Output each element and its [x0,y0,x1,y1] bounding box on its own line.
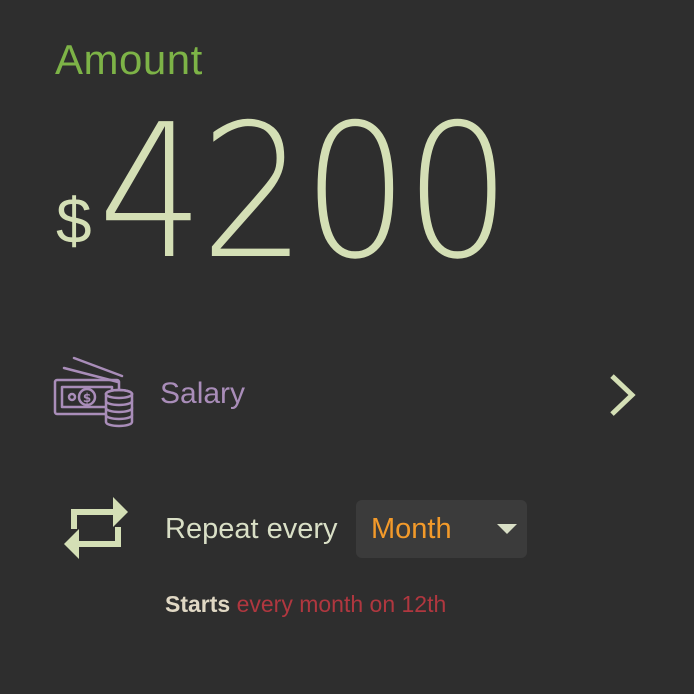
chevron-right-icon[interactable] [604,372,640,423]
money-coins-icon: $ [52,354,136,439]
amount-value[interactable]: 4200 [98,100,511,285]
schedule-summary: Starts every month on 12th [165,591,446,618]
amount-label: Amount [55,36,203,83]
repeat-period-value: Month [371,513,452,545]
category-selector[interactable]: $ Salary [52,352,652,438]
repeat-icon [62,495,130,568]
repeat-period-select[interactable]: Month [356,500,527,558]
schedule-detail: every month on 12th [236,591,447,617]
repeat-label: Repeat every [165,513,338,545]
currency-symbol: $ [56,185,92,257]
amount-display[interactable]: $ 4200 [56,100,552,285]
schedule-prefix: Starts [165,591,231,617]
dropdown-caret-icon [497,524,517,534]
category-label: Salary [160,377,246,410]
svg-text:$: $ [83,391,91,405]
